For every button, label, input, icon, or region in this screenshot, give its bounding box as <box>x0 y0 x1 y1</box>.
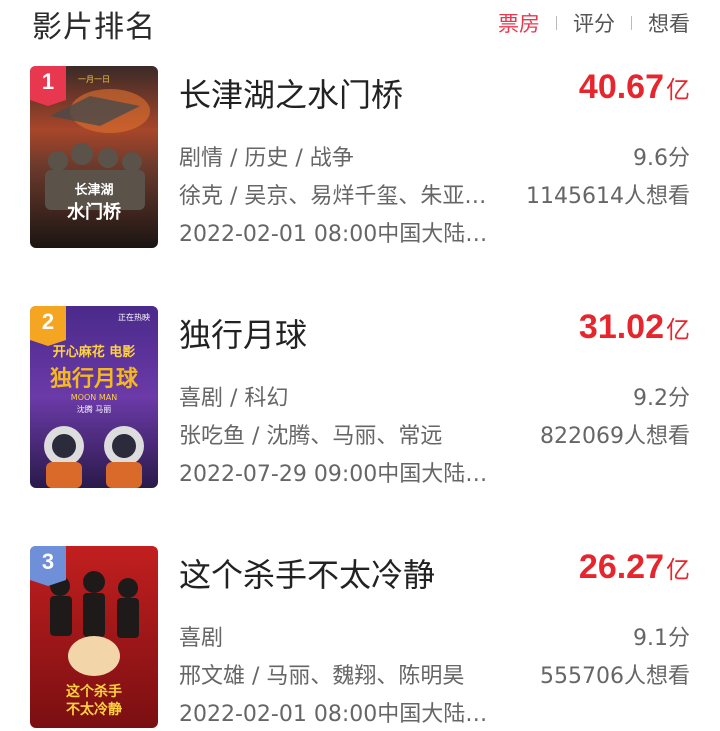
movie-cast: 邢文雄 / 马丽、魏翔、陈明昊 <box>179 664 465 689</box>
movie-cast: 徐克 / 吴京、易烊千玺、朱亚文、李晨 <box>179 184 499 209</box>
box-office-unit: 亿 <box>666 556 690 584</box>
movie-title[interactable]: 独行月球 <box>179 310 307 356</box>
movie-genre: 喜剧 / 科幻 <box>179 386 289 411</box>
box-office-number: 31.02 <box>578 308 664 346</box>
svg-text:水门桥: 水门桥 <box>67 201 122 223</box>
tab-box-office[interactable]: 票房 <box>498 8 540 38</box>
box-office-unit: 亿 <box>666 76 690 104</box>
svg-text:MOON MAN: MOON MAN <box>71 393 117 402</box>
tab-score[interactable]: 评分 <box>573 8 615 38</box>
sort-tabs: 票房 评分 想看 <box>498 8 690 38</box>
box-office-value: 40.67亿 <box>579 68 690 107</box>
movie-cast: 张吃鱼 / 沈腾、马丽、常远 <box>179 424 443 449</box>
movie-wish-count: 822069人想看 <box>540 424 690 449</box>
movie-genre: 喜剧 <box>179 626 224 651</box>
page-title: 影片排名 <box>32 10 156 45</box>
box-office-value: 26.27亿 <box>579 548 690 587</box>
box-office-number: 40.67 <box>578 68 664 106</box>
movie-wish-count: 555706人想看 <box>540 664 690 689</box>
tab-want-to-see[interactable]: 想看 <box>648 8 690 38</box>
svg-text:一月一日: 一月一日 <box>78 75 110 84</box>
rank-number: 2 <box>41 309 55 334</box>
box-office-value: 31.02亿 <box>579 308 690 347</box>
movie-item[interactable]: 长津湖 水门桥 一月一日 1 长津湖之水门桥 40.67亿 剧情 / 历史 / … <box>0 66 720 250</box>
box-office-ranking-page: 影片排名 票房 评分 想看 长津湖 水门桥 一月一日 1 长津湖之水门桥 40.… <box>0 0 720 731</box>
svg-text:长津湖: 长津湖 <box>74 182 113 198</box>
movie-release: 2022-02-01 08:00中国大陆上映 <box>179 222 499 247</box>
movie-release: 2022-07-29 09:00中国大陆上映 <box>179 462 499 487</box>
movie-wish-count: 1145614人想看 <box>526 184 690 209</box>
movie-release: 2022-02-01 08:00中国大陆上映 <box>179 702 499 727</box>
rank-number: 3 <box>41 549 55 574</box>
tab-divider <box>631 16 632 30</box>
movie-item[interactable]: 这个杀手 不太冷静 3 这个杀手不太冷静 26.27亿 喜剧 9.1分 邢文雄 … <box>0 546 720 730</box>
svg-text:沈腾 马丽: 沈腾 马丽 <box>77 404 112 414</box>
svg-text:这个杀手: 这个杀手 <box>66 683 122 700</box>
svg-text:开心麻花 电影: 开心麻花 电影 <box>53 344 136 360</box>
movie-item[interactable]: 正在热映 开心麻花 电影 独行月球 MOON MAN 沈腾 马丽 2 独行月球 … <box>0 306 720 490</box>
movie-score: 9.6分 <box>633 146 690 171</box>
movie-title[interactable]: 这个杀手不太冷静 <box>179 550 435 596</box>
rank-badge: 3 <box>30 546 66 586</box>
rank-badge: 2 <box>30 306 66 346</box>
svg-text:不太冷静: 不太冷静 <box>66 701 122 718</box>
movie-genre: 剧情 / 历史 / 战争 <box>179 146 354 171</box>
svg-text:正在热映: 正在热映 <box>118 312 150 322</box>
rank-badge: 1 <box>30 66 66 106</box>
rank-number: 1 <box>41 69 55 94</box>
tab-divider <box>556 16 557 30</box>
movie-title[interactable]: 长津湖之水门桥 <box>179 70 403 116</box>
ranking-header: 影片排名 票房 评分 想看 <box>0 0 720 48</box>
box-office-unit: 亿 <box>666 316 690 344</box>
svg-text:独行月球: 独行月球 <box>50 366 139 392</box>
movie-score: 9.1分 <box>633 626 690 651</box>
box-office-number: 26.27 <box>578 548 664 586</box>
movie-score: 9.2分 <box>633 386 690 411</box>
